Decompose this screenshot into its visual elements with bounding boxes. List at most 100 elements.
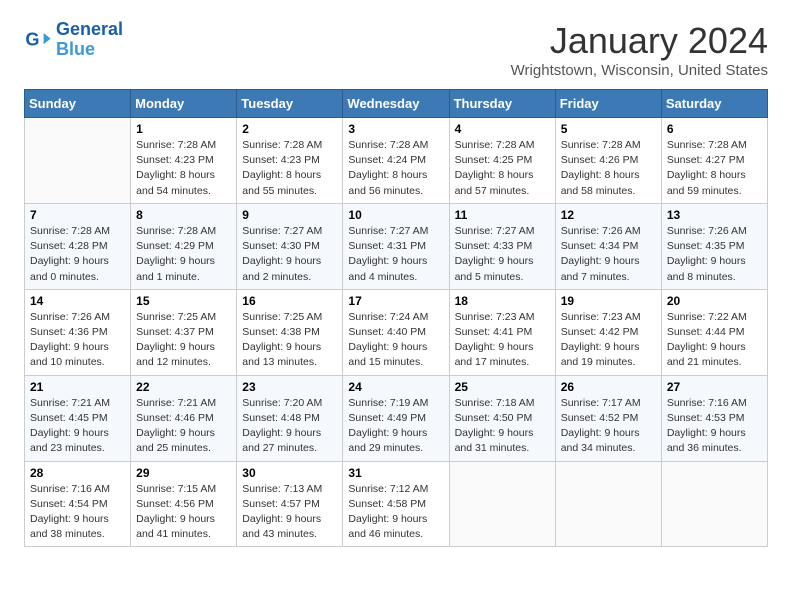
calendar-cell: 30 Sunrise: 7:13 AMSunset: 4:57 PMDayligh…: [237, 461, 343, 547]
calendar-cell: 28 Sunrise: 7:16 AMSunset: 4:54 PMDayligh…: [25, 461, 131, 547]
day-number: 31: [348, 466, 443, 480]
calendar-cell: 18 Sunrise: 7:23 AMSunset: 4:41 PMDayligh…: [449, 289, 555, 375]
calendar-cell: 14Sunrise: 7:26 AMSunset: 4:36 PMDayligh…: [25, 289, 131, 375]
calendar-cell: 3 Sunrise: 7:28 AMSunset: 4:24 PMDaylight…: [343, 118, 449, 204]
day-number: 25: [455, 380, 550, 394]
day-number: 15: [136, 294, 231, 308]
day-info: Sunrise: 7:27 AMSunset: 4:30 PMDaylight:…: [242, 224, 337, 285]
day-info: Sunrise: 7:23 AMSunset: 4:41 PMDaylight:…: [455, 310, 550, 371]
day-info: Sunrise: 7:28 AMSunset: 4:29 PMDaylight:…: [136, 224, 231, 285]
week-row-1: 1 Sunrise: 7:28 AMSunset: 4:23 PMDaylight…: [25, 118, 768, 204]
weekday-header-sunday: Sunday: [25, 90, 131, 118]
day-number: 9: [242, 208, 337, 222]
logo-text: General Blue: [56, 20, 123, 60]
calendar-cell: 29 Sunrise: 7:15 AMSunset: 4:56 PMDayligh…: [131, 461, 237, 547]
calendar-cell: 1Sunrise: 7:28 AMSunset: 4:23 PMDaylight…: [131, 118, 237, 204]
day-info: Sunrise: 7:21 AMSunset: 4:45 PMDaylight:…: [30, 396, 125, 457]
day-number: 3: [348, 122, 443, 136]
day-info: Sunrise: 7:13 AMSunset: 4:57 PMDaylight:…: [242, 482, 337, 543]
calendar-cell: 20 Sunrise: 7:22 AMSunset: 4:44 PMDayligh…: [661, 289, 767, 375]
day-info: Sunrise: 7:17 AMSunset: 4:52 PMDaylight:…: [561, 396, 656, 457]
weekday-header-thursday: Thursday: [449, 90, 555, 118]
day-info: Sunrise: 7:28 AMSunset: 4:23 PMDaylight:…: [242, 138, 337, 199]
calendar-cell: 26 Sunrise: 7:17 AMSunset: 4:52 PMDayligh…: [555, 375, 661, 461]
logo-icon: G: [24, 26, 52, 54]
day-number: 27: [667, 380, 762, 394]
calendar-cell: 21 Sunrise: 7:21 AMSunset: 4:45 PMDayligh…: [25, 375, 131, 461]
calendar-cell: 10 Sunrise: 7:27 AMSunset: 4:31 PMDayligh…: [343, 203, 449, 289]
calendar-cell: 7 Sunrise: 7:28 AMSunset: 4:28 PMDaylight…: [25, 203, 131, 289]
week-row-5: 28 Sunrise: 7:16 AMSunset: 4:54 PMDayligh…: [25, 461, 768, 547]
day-number: 23: [242, 380, 337, 394]
day-info: Sunrise: 7:28 AMSunset: 4:28 PMDaylight:…: [30, 224, 125, 285]
day-info: Sunrise: 7:25 AMSunset: 4:38 PMDaylight:…: [242, 310, 337, 371]
weekday-header-tuesday: Tuesday: [237, 90, 343, 118]
calendar-cell: 12 Sunrise: 7:26 AMSunset: 4:34 PMDayligh…: [555, 203, 661, 289]
calendar-cell: 22 Sunrise: 7:21 AMSunset: 4:46 PMDayligh…: [131, 375, 237, 461]
day-number: 12: [561, 208, 656, 222]
calendar-cell: [555, 461, 661, 547]
day-info: Sunrise: 7:19 AMSunset: 4:49 PMDaylight:…: [348, 396, 443, 457]
day-info: Sunrise: 7:12 AMSunset: 4:58 PMDaylight:…: [348, 482, 443, 543]
day-number: 19: [561, 294, 656, 308]
day-number: 13: [667, 208, 762, 222]
calendar-cell: 15 Sunrise: 7:25 AMSunset: 4:37 PMDayligh…: [131, 289, 237, 375]
day-number: 14: [30, 294, 125, 308]
day-info: Sunrise: 7:27 AMSunset: 4:33 PMDaylight:…: [455, 224, 550, 285]
day-number: 1: [136, 122, 231, 136]
day-number: 29: [136, 466, 231, 480]
day-info: Sunrise: 7:26 AMSunset: 4:34 PMDaylight:…: [561, 224, 656, 285]
logo: G General Blue: [24, 20, 123, 60]
day-number: 20: [667, 294, 762, 308]
day-info: Sunrise: 7:24 AMSunset: 4:40 PMDaylight:…: [348, 310, 443, 371]
day-number: 11: [455, 208, 550, 222]
day-number: 5: [561, 122, 656, 136]
day-number: 8: [136, 208, 231, 222]
day-number: 7: [30, 208, 125, 222]
day-number: 21: [30, 380, 125, 394]
calendar-cell: 9 Sunrise: 7:27 AMSunset: 4:30 PMDaylight…: [237, 203, 343, 289]
day-number: 4: [455, 122, 550, 136]
calendar-cell: 11 Sunrise: 7:27 AMSunset: 4:33 PMDayligh…: [449, 203, 555, 289]
header: G General Blue January 2024 Wrightstown,…: [24, 20, 768, 79]
day-info: Sunrise: 7:27 AMSunset: 4:31 PMDaylight:…: [348, 224, 443, 285]
day-info: Sunrise: 7:28 AMSunset: 4:27 PMDaylight:…: [667, 138, 762, 199]
day-number: 6: [667, 122, 762, 136]
month-title: January 2024: [511, 20, 768, 62]
calendar-cell: 17 Sunrise: 7:24 AMSunset: 4:40 PMDayligh…: [343, 289, 449, 375]
day-number: 22: [136, 380, 231, 394]
day-number: 24: [348, 380, 443, 394]
calendar-cell: 4Sunrise: 7:28 AMSunset: 4:25 PMDaylight…: [449, 118, 555, 204]
calendar-cell: 16Sunrise: 7:25 AMSunset: 4:38 PMDayligh…: [237, 289, 343, 375]
day-number: 10: [348, 208, 443, 222]
week-row-3: 14Sunrise: 7:26 AMSunset: 4:36 PMDayligh…: [25, 289, 768, 375]
day-info: Sunrise: 7:28 AMSunset: 4:26 PMDaylight:…: [561, 138, 656, 199]
weekday-header-wednesday: Wednesday: [343, 90, 449, 118]
calendar-cell: 24 Sunrise: 7:19 AMSunset: 4:49 PMDayligh…: [343, 375, 449, 461]
calendar-cell: [661, 461, 767, 547]
calendar-cell: 25Sunrise: 7:18 AMSunset: 4:50 PMDayligh…: [449, 375, 555, 461]
day-number: 28: [30, 466, 125, 480]
svg-text:G: G: [25, 29, 39, 49]
day-number: 30: [242, 466, 337, 480]
day-info: Sunrise: 7:21 AMSunset: 4:46 PMDaylight:…: [136, 396, 231, 457]
calendar-cell: 6 Sunrise: 7:28 AMSunset: 4:27 PMDaylight…: [661, 118, 767, 204]
day-info: Sunrise: 7:25 AMSunset: 4:37 PMDaylight:…: [136, 310, 231, 371]
weekday-header-row: SundayMondayTuesdayWednesdayThursdayFrid…: [25, 90, 768, 118]
day-info: Sunrise: 7:28 AMSunset: 4:24 PMDaylight:…: [348, 138, 443, 199]
day-info: Sunrise: 7:15 AMSunset: 4:56 PMDaylight:…: [136, 482, 231, 543]
day-info: Sunrise: 7:20 AMSunset: 4:48 PMDaylight:…: [242, 396, 337, 457]
weekday-header-saturday: Saturday: [661, 90, 767, 118]
weekday-header-friday: Friday: [555, 90, 661, 118]
calendar-cell: 13Sunrise: 7:26 AMSunset: 4:35 PMDayligh…: [661, 203, 767, 289]
day-number: 17: [348, 294, 443, 308]
week-row-2: 7 Sunrise: 7:28 AMSunset: 4:28 PMDaylight…: [25, 203, 768, 289]
calendar-cell: 31 Sunrise: 7:12 AMSunset: 4:58 PMDayligh…: [343, 461, 449, 547]
day-info: Sunrise: 7:16 AMSunset: 4:54 PMDaylight:…: [30, 482, 125, 543]
day-number: 26: [561, 380, 656, 394]
day-number: 2: [242, 122, 337, 136]
calendar-cell: 23 Sunrise: 7:20 AMSunset: 4:48 PMDayligh…: [237, 375, 343, 461]
week-row-4: 21 Sunrise: 7:21 AMSunset: 4:45 PMDayligh…: [25, 375, 768, 461]
day-info: Sunrise: 7:22 AMSunset: 4:44 PMDaylight:…: [667, 310, 762, 371]
day-number: 18: [455, 294, 550, 308]
